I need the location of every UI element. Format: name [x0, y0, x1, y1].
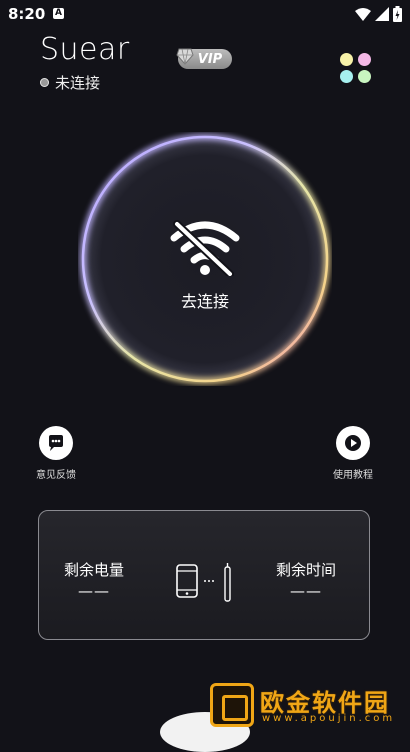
wifi-icon [355, 7, 371, 21]
dot-pink [358, 53, 371, 66]
connect-label[interactable]: 去连接 [0, 288, 410, 312]
time-info: 剩余时间 —— [251, 559, 361, 600]
dot-yellow [340, 53, 353, 66]
battery-title: 剩余电量 [63, 561, 124, 579]
status-dot-icon [40, 78, 49, 87]
wifi-off-icon[interactable] [168, 218, 242, 276]
watermark-logo-icon [210, 683, 254, 727]
battery-info: 剩余电量 —— [39, 559, 149, 600]
tutorial-circle[interactable] [336, 426, 370, 460]
notification-icon: A [53, 8, 64, 19]
time-title: 剩余时间 [275, 561, 336, 579]
vip-label: VIP [197, 51, 223, 67]
menu-dots-icon[interactable] [340, 53, 372, 85]
connection-status-label: 未连接 [55, 74, 101, 92]
status-icons [355, 6, 402, 22]
vip-gem-icon [176, 48, 194, 65]
earpick-icon [224, 563, 231, 602]
app-title: Suear [40, 32, 130, 67]
dot-green [358, 70, 371, 83]
feedback-button[interactable]: 意见反馈 [36, 426, 76, 481]
feedback-label: 意见反馈 [36, 470, 76, 481]
device-link-graphic [176, 563, 231, 602]
signal-icon [375, 7, 389, 21]
vip-badge[interactable]: VIP [176, 48, 232, 69]
tutorial-label: 使用教程 [333, 470, 373, 481]
battery-icon [393, 6, 402, 22]
connection-status: 未连接 [40, 72, 100, 93]
status-time: 8:20 [8, 5, 46, 23]
watermark-url: www.apoujin.com [262, 713, 396, 724]
tutorial-button[interactable]: 使用教程 [333, 426, 373, 481]
dot-cyan [340, 70, 353, 83]
status-bar: 8:20 A [0, 0, 410, 28]
phone-icon [176, 564, 198, 598]
device-info-card: 剩余电量 —— 剩余时间 —— [38, 510, 370, 640]
chat-icon [49, 435, 63, 451]
play-icon [345, 435, 361, 451]
battery-value: —— [78, 582, 110, 600]
feedback-circle[interactable] [39, 426, 73, 460]
watermark: 欧金软件园 www.apoujin.com [210, 683, 406, 727]
time-value: —— [290, 582, 322, 600]
